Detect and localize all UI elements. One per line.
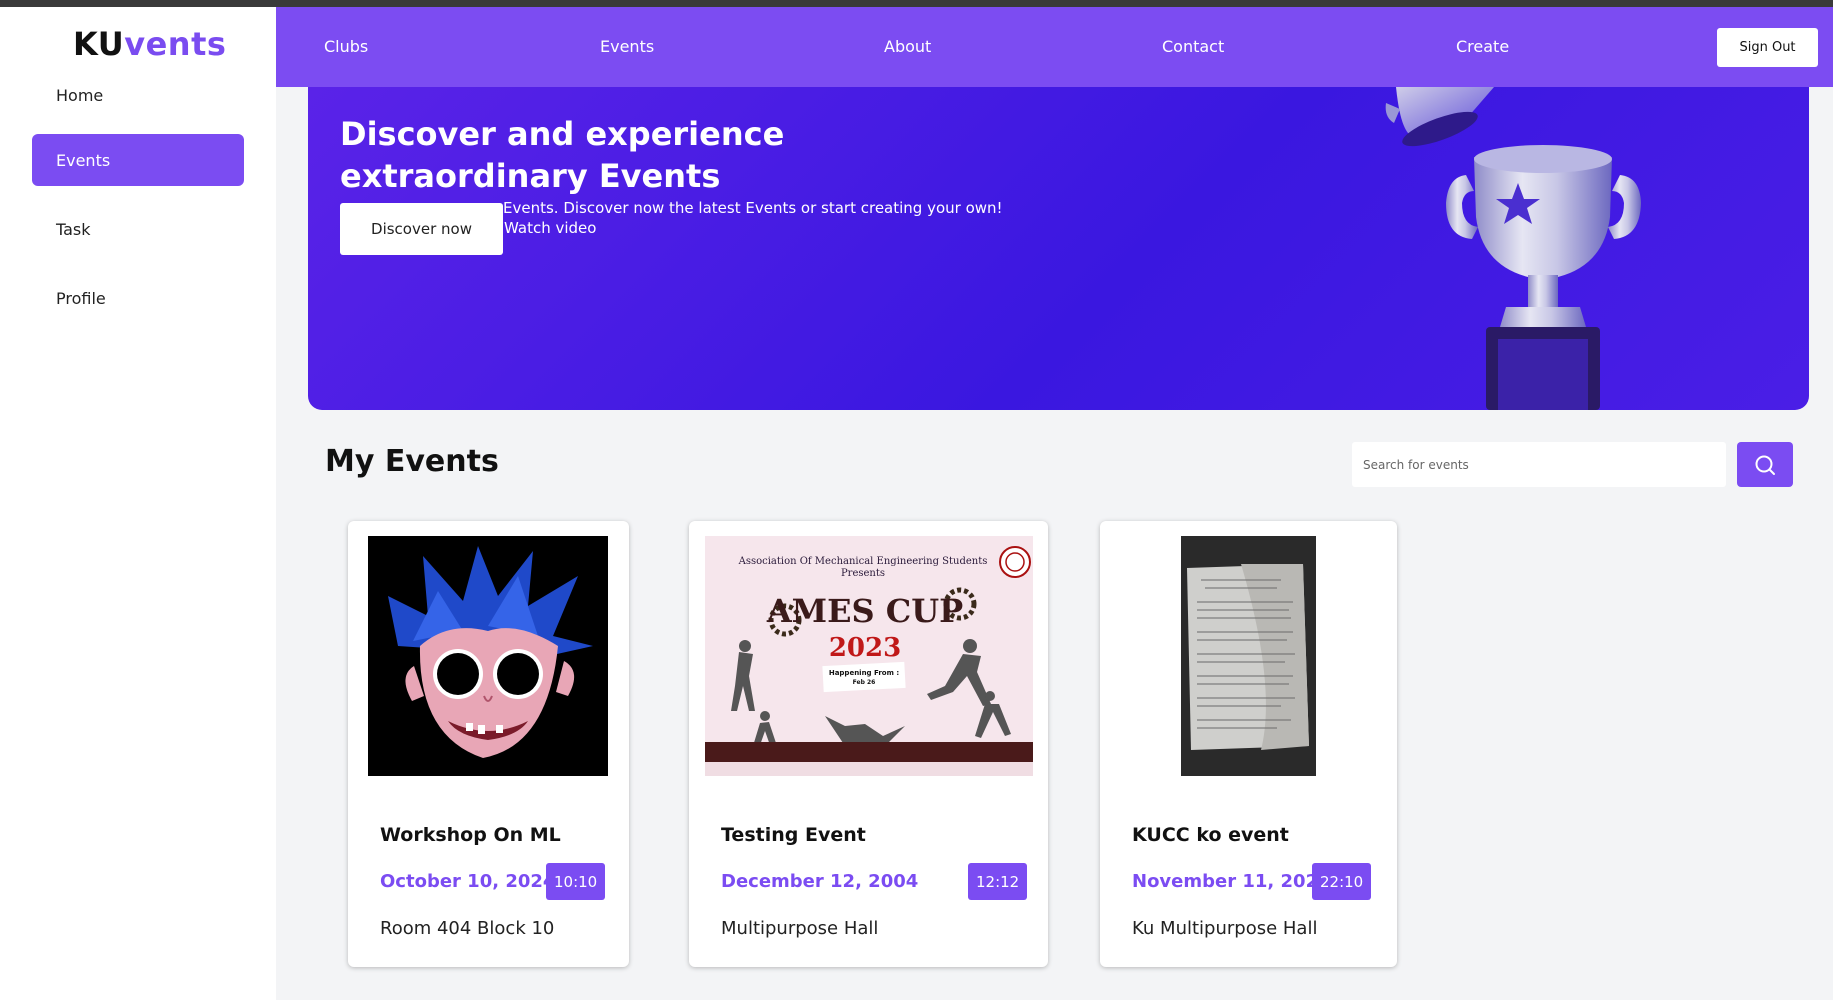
event-date: November 11, 2020 xyxy=(1132,871,1331,892)
event-time-badge: 10:10 xyxy=(546,863,606,900)
sidebar-item-task[interactable]: Task xyxy=(32,203,244,255)
nav-link-about[interactable]: About xyxy=(884,37,931,56)
event-card-2[interactable]: Association Of Mechanical Engineering St… xyxy=(689,521,1048,967)
nav-link-create[interactable]: Create xyxy=(1456,37,1509,56)
poster-name: AMES CUP xyxy=(766,592,963,630)
logo-ku: KU xyxy=(73,25,125,63)
event-time-badge: 12:12 xyxy=(968,863,1028,900)
sidebar-item-events[interactable]: Events xyxy=(32,134,244,186)
search-icon xyxy=(1755,455,1775,475)
poster-date: Feb 26 xyxy=(853,679,876,686)
window-top-strip xyxy=(0,0,1833,7)
event-image-cartoon-avatar xyxy=(368,536,608,776)
event-date: December 12, 2004 xyxy=(721,871,919,892)
event-venue: Room 404 Block 10 xyxy=(380,918,555,939)
event-card-3[interactable]: KUCC ko event November 11, 2020 22:10 Ku… xyxy=(1100,521,1397,967)
sidebar-item-label: Task xyxy=(56,219,91,239)
watch-video-link[interactable]: Watch video xyxy=(504,219,596,237)
top-navbar: Clubs Events About Contact Create xyxy=(276,7,1833,87)
logo[interactable]: KUvents xyxy=(73,25,226,63)
sidebar-item-label: Home xyxy=(56,85,104,105)
sidebar-item-label: Events xyxy=(56,150,111,170)
logo-vents: vents xyxy=(124,25,227,63)
event-title: Testing Event xyxy=(721,824,866,846)
trophy-illustration xyxy=(1385,87,1641,410)
sign-out-button[interactable]: Sign Out xyxy=(1717,28,1818,67)
event-card-1[interactable]: Workshop On ML October 10, 2024 10:10 Ro… xyxy=(348,521,629,967)
event-date: October 10, 2024 xyxy=(380,871,556,892)
event-venue: Ku Multipurpose Hall xyxy=(1132,918,1318,939)
sidebar-item-label: Profile xyxy=(56,288,106,308)
poster-happening: Happening From : xyxy=(829,669,899,677)
poster-year: 2023 xyxy=(829,633,901,663)
nav-link-contact[interactable]: Contact xyxy=(1162,37,1224,56)
hero-title: Discover and experience extraordinary Ev… xyxy=(340,115,785,195)
event-title: KUCC ko event xyxy=(1132,824,1289,846)
my-events-heading: My Events xyxy=(325,444,499,479)
sidebar-item-profile[interactable]: Profile xyxy=(32,272,244,324)
event-image-ames-cup-poster: Association Of Mechanical Engineering St… xyxy=(705,536,1033,776)
nav-link-events[interactable]: Events xyxy=(600,37,654,56)
hero-banner: Discover and experience extraordinary Ev… xyxy=(308,87,1809,410)
event-time-badge: 22:10 xyxy=(1312,863,1372,900)
sidebar-item-home[interactable]: Home xyxy=(32,69,244,121)
poster-line1: Association Of Mechanical Engineering St… xyxy=(738,556,988,567)
discover-now-button[interactable]: Discover now xyxy=(340,203,503,255)
search-button[interactable] xyxy=(1737,442,1793,487)
hero-subtitle: Events. Discover now the latest Events o… xyxy=(503,199,1003,217)
nav-link-clubs[interactable]: Clubs xyxy=(324,37,368,56)
event-venue: Multipurpose Hall xyxy=(721,918,879,939)
poster-line2: Presents xyxy=(841,568,885,579)
event-image-document-photo xyxy=(1181,536,1316,776)
event-title: Workshop On ML xyxy=(380,824,561,846)
search-input[interactable] xyxy=(1352,442,1726,487)
sidebar: KUvents Home Events Task Profile xyxy=(0,7,276,1000)
